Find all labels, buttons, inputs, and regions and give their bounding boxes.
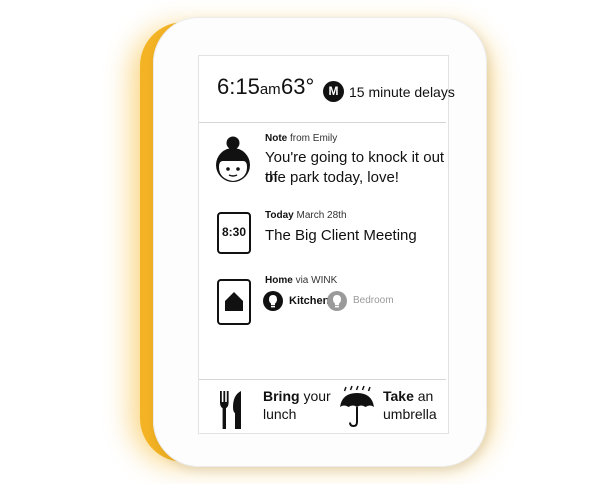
card-list: Note from Emily You're going to knock it… <box>199 122 446 380</box>
note-meta: Note from Emily <box>265 133 337 144</box>
lunch-rest1: your <box>299 388 331 404</box>
transit-badge: M <box>323 81 344 102</box>
umbrella-icon <box>337 385 377 434</box>
status-header: 6:15am 63° M 15 minute delays <box>199 56 455 122</box>
note-card[interactable]: Note from Emily You're going to knock it… <box>199 131 446 201</box>
clock-icon: 8:30 <box>217 212 251 254</box>
calendar-date: March 28th <box>296 210 347 221</box>
lunch-verb: Bring <box>263 388 300 404</box>
umbrella-verb: Take <box>383 388 414 404</box>
home-meta: Home via WINK <box>265 275 337 286</box>
transit-status: 15 minute delays <box>349 84 455 100</box>
calendar-card[interactable]: 8:30 Today March 28th The Big Client Mee… <box>199 206 446 266</box>
lunch-reminder: Bring your lunch <box>263 387 331 423</box>
girl-face-icon <box>213 135 253 192</box>
lunch-rest2: lunch <box>263 406 297 422</box>
clock-icon-time: 8:30 <box>221 225 247 239</box>
clock-time: 6:15am <box>217 74 281 100</box>
calendar-event: The Big Client Meeting <box>265 227 417 244</box>
utensils-icon <box>217 389 247 436</box>
note-from: from Emily <box>290 133 338 144</box>
temperature: 63° <box>281 74 315 99</box>
home-title: Home <box>265 275 293 286</box>
time-unit: am <box>259 81 281 98</box>
umbrella-reminder: Take an umbrella <box>383 387 437 423</box>
umbrella-rest1: an <box>413 388 434 404</box>
home-source: via WINK <box>295 275 338 286</box>
note-body-line2: the park today, love! <box>265 169 399 186</box>
bulb-on-icon <box>263 291 283 311</box>
home-card[interactable]: Home via WINK Kitchen Bedroom <box>199 273 446 343</box>
umbrella-rest2: umbrella <box>383 406 437 422</box>
time-value: 6:15 <box>217 74 260 99</box>
calendar-title: Today <box>265 210 294 221</box>
eink-screen: 6:15am 63° M 15 minute delays Note from … <box>198 55 455 434</box>
note-title: Note <box>265 133 288 144</box>
light-bedroom-label: Bedroom <box>353 295 394 306</box>
calendar-meta: Today March 28th <box>265 210 347 221</box>
home-icon <box>217 279 251 325</box>
light-kitchen-label: Kitchen <box>289 295 330 307</box>
bulb-off-icon <box>327 291 347 311</box>
reminders-bar: Bring your lunch Take an umbrella <box>199 379 448 433</box>
